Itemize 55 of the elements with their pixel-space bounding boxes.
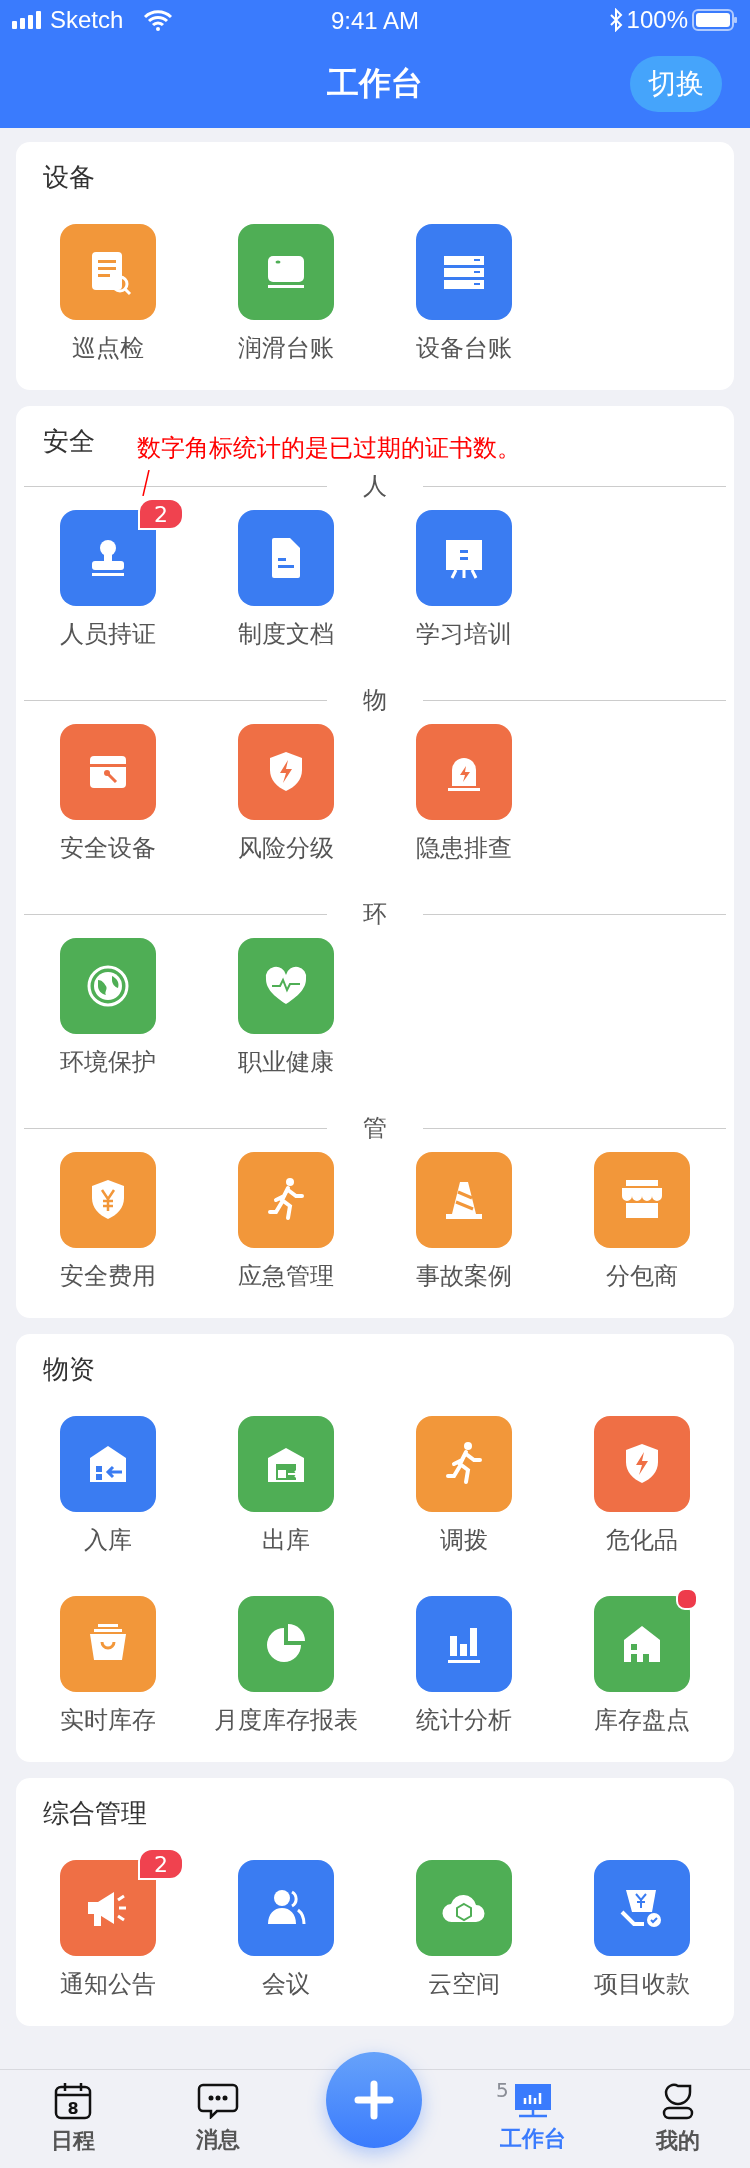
- signal-icon: [12, 11, 44, 29]
- leader-line: [142, 470, 150, 496]
- wifi-icon: [143, 9, 174, 31]
- shortcut-button[interactable]: 调拨: [375, 1416, 553, 1556]
- shortcut-button[interactable]: 入库: [19, 1416, 197, 1556]
- shortcut-button[interactable]: 会议: [197, 1860, 375, 2000]
- page-title: 工作台: [327, 63, 423, 104]
- section-title: 综合管理: [43, 1797, 147, 1830]
- group-label: 管: [362, 1113, 388, 1144]
- shortcut-button[interactable]: 云空间: [375, 1860, 553, 2000]
- shortcut-button[interactable]: 事故案例: [375, 1152, 553, 1292]
- clock-time: 9:41 AM: [330, 7, 420, 34]
- annotation-note: 数字角标统计的是已过期的证书数。: [137, 433, 521, 464]
- shortcut-button[interactable]: 润滑台账: [197, 224, 375, 364]
- tab[interactable]: 8 日程: [0, 2070, 145, 2168]
- group-label: 环: [362, 899, 388, 930]
- bluetooth-icon: [608, 8, 623, 32]
- shortcut-button[interactable]: 学习培训: [375, 510, 553, 650]
- count-badge: 2: [138, 1848, 184, 1880]
- section-title: 安全: [43, 425, 95, 458]
- shortcut-button[interactable]: 月度库存报表: [197, 1596, 375, 1736]
- shortcut-button[interactable]: 环境保护: [19, 938, 197, 1078]
- section-title: 物资: [43, 1353, 95, 1386]
- shortcut-button[interactable]: 统计分析: [375, 1596, 553, 1736]
- plus-icon: [354, 2080, 394, 2120]
- carrier-name: Sketch: [50, 6, 124, 34]
- shortcut-button[interactable]: 应急管理: [197, 1152, 375, 1292]
- shortcut-button[interactable]: 职业健康: [197, 938, 375, 1078]
- count-badge: 2: [138, 498, 184, 530]
- group-label: 物: [362, 685, 388, 716]
- shortcut-button[interactable]: 巡点检: [19, 224, 197, 364]
- person-icon: [661, 2082, 694, 2120]
- section-title: 设备: [43, 161, 95, 194]
- shortcut-button[interactable]: 安全设备: [19, 724, 197, 864]
- battery-percent: 100%: [626, 6, 688, 34]
- shortcut-button[interactable]: 出库: [197, 1416, 375, 1556]
- shortcut-button[interactable]: 危化品: [553, 1416, 731, 1556]
- shortcut-button[interactable]: 设备台账: [375, 224, 553, 364]
- shortcut-button[interactable]: 安全费用: [19, 1152, 197, 1292]
- tab[interactable]: 我的: [605, 2070, 750, 2168]
- shortcut-button[interactable]: 实时库存: [19, 1596, 197, 1736]
- shortcut-button[interactable]: 制度文档: [197, 510, 375, 650]
- shortcut-button[interactable]: 分包商: [553, 1152, 731, 1292]
- calendar-day: 8: [66, 2099, 79, 2118]
- tab[interactable]: 消息: [145, 2070, 290, 2168]
- add-button[interactable]: [326, 2052, 422, 2148]
- tab-counter: 5: [496, 2078, 509, 2102]
- shortcut-button[interactable]: 项目收款: [553, 1860, 731, 2000]
- group-label: 人: [362, 471, 388, 502]
- shortcut-button[interactable]: 库存盘点: [553, 1596, 731, 1736]
- battery-icon: [692, 9, 738, 31]
- dashboard-icon: [514, 2084, 551, 2118]
- shortcut-button[interactable]: 隐患排查: [375, 724, 553, 864]
- shortcut-button[interactable]: 风险分级: [197, 724, 375, 864]
- chat-bubble-icon: [196, 2083, 239, 2119]
